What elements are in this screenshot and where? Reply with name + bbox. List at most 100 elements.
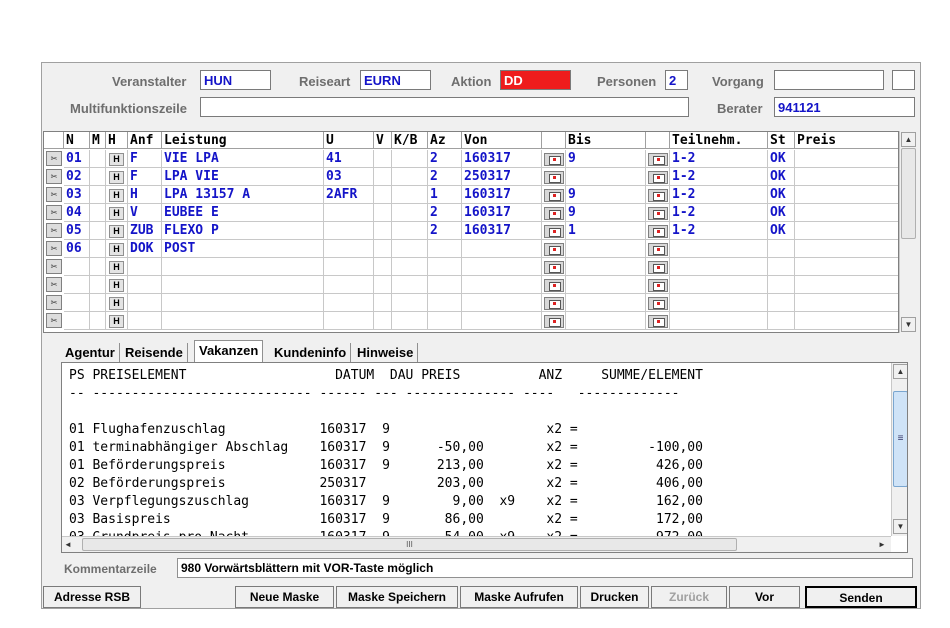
cell-az[interactable]: 2 bbox=[428, 150, 462, 168]
cell-u[interactable] bbox=[324, 240, 374, 258]
cell-anf[interactable]: DOK bbox=[128, 240, 162, 258]
calendar-icon[interactable] bbox=[648, 225, 668, 238]
cell-kb[interactable] bbox=[392, 222, 428, 240]
cell-teil[interactable]: 1-2 bbox=[670, 168, 768, 186]
row-select-icon[interactable]: ✂ bbox=[46, 313, 62, 328]
berater-field[interactable]: 941121 bbox=[774, 97, 915, 117]
row-select-icon[interactable]: ✂ bbox=[46, 277, 62, 292]
tab-agentur[interactable]: Agentur bbox=[61, 343, 120, 363]
cell-kb[interactable] bbox=[392, 276, 428, 294]
calendar-icon[interactable] bbox=[544, 261, 564, 274]
detail-horizontal-scrollbar[interactable]: ◄ III ► bbox=[62, 536, 891, 552]
detail-scroll-down-icon[interactable]: ▼ bbox=[893, 519, 907, 534]
cell-von[interactable]: 250317 bbox=[462, 168, 542, 186]
row-h-button[interactable]: H bbox=[109, 171, 124, 184]
col-header-bis[interactable]: Bis bbox=[566, 132, 646, 149]
calendar-icon[interactable] bbox=[544, 279, 564, 292]
cell-st[interactable]: OK bbox=[768, 222, 795, 240]
cell-teil[interactable]: 1-2 bbox=[670, 204, 768, 222]
cell-anf[interactable] bbox=[128, 276, 162, 294]
cell-anf[interactable]: F bbox=[128, 150, 162, 168]
row-select-icon[interactable]: ✂ bbox=[46, 151, 62, 166]
cell-bis[interactable]: 9 bbox=[566, 204, 646, 222]
cell-az[interactable] bbox=[428, 294, 462, 312]
calendar-icon[interactable] bbox=[544, 207, 564, 220]
cell-kb[interactable] bbox=[392, 294, 428, 312]
cell-kb[interactable] bbox=[392, 186, 428, 204]
cell-bis[interactable] bbox=[566, 168, 646, 186]
cell-teil[interactable] bbox=[670, 312, 768, 330]
cell-m[interactable] bbox=[90, 204, 106, 222]
row-h-button[interactable]: H bbox=[109, 153, 124, 166]
scroll-left-icon[interactable]: ◄ bbox=[64, 538, 76, 552]
cell-bis[interactable] bbox=[566, 258, 646, 276]
cell-von[interactable] bbox=[462, 276, 542, 294]
col-header-teilnehm[interactable]: Teilnehm. bbox=[670, 132, 768, 149]
cell-preis[interactable] bbox=[795, 168, 898, 186]
cell-leistung[interactable]: EUBEE E bbox=[162, 204, 324, 222]
cell-preis[interactable] bbox=[795, 294, 898, 312]
cell-m[interactable] bbox=[90, 240, 106, 258]
cell-n[interactable]: 05 bbox=[64, 222, 90, 240]
cell-preis[interactable] bbox=[795, 258, 898, 276]
cell-v[interactable] bbox=[374, 168, 392, 186]
cell-az[interactable] bbox=[428, 276, 462, 294]
cell-anf[interactable] bbox=[128, 258, 162, 276]
zurueck-button[interactable]: Zurück bbox=[651, 586, 727, 608]
cell-v[interactable] bbox=[374, 204, 392, 222]
cell-leistung[interactable]: FLEXO P bbox=[162, 222, 324, 240]
cell-n[interactable] bbox=[64, 294, 90, 312]
cell-bis[interactable] bbox=[566, 294, 646, 312]
row-h-button[interactable]: H bbox=[109, 243, 124, 256]
cell-bis[interactable]: 1 bbox=[566, 222, 646, 240]
cell-az[interactable] bbox=[428, 312, 462, 330]
cell-preis[interactable] bbox=[795, 312, 898, 330]
calendar-icon[interactable] bbox=[648, 171, 668, 184]
cell-n[interactable]: 03 bbox=[64, 186, 90, 204]
cell-anf[interactable]: H bbox=[128, 186, 162, 204]
row-h-button[interactable]: H bbox=[109, 315, 124, 328]
cell-anf[interactable] bbox=[128, 294, 162, 312]
veranstalter-field[interactable]: HUN bbox=[200, 70, 271, 90]
col-header-cal2[interactable] bbox=[646, 132, 670, 149]
cell-st[interactable]: OK bbox=[768, 186, 795, 204]
vor-button[interactable]: Vor bbox=[729, 586, 800, 608]
cell-teil[interactable] bbox=[670, 240, 768, 258]
cell-leistung[interactable] bbox=[162, 312, 324, 330]
cell-teil[interactable] bbox=[670, 294, 768, 312]
cell-kb[interactable] bbox=[392, 150, 428, 168]
detail-vertical-scrollbar[interactable]: ▲ ≡ ▼ bbox=[891, 363, 907, 536]
cell-von[interactable] bbox=[462, 294, 542, 312]
cell-leistung[interactable]: VIE LPA bbox=[162, 150, 324, 168]
row-h-button[interactable]: H bbox=[109, 297, 124, 310]
col-header-h[interactable]: H bbox=[106, 132, 128, 149]
drucken-button[interactable]: Drucken bbox=[580, 586, 649, 608]
cell-leistung[interactable]: POST bbox=[162, 240, 324, 258]
col-header-u[interactable]: U bbox=[324, 132, 374, 149]
col-header-leistung[interactable]: Leistung bbox=[162, 132, 324, 149]
vorgang-suffix-field[interactable] bbox=[892, 70, 915, 90]
detail-scroll-thumb[interactable]: ≡ bbox=[893, 391, 907, 487]
cell-az[interactable]: 2 bbox=[428, 168, 462, 186]
cell-v[interactable] bbox=[374, 312, 392, 330]
row-h-button[interactable]: H bbox=[109, 279, 124, 292]
cell-az[interactable]: 1 bbox=[428, 186, 462, 204]
col-header-az[interactable]: Az bbox=[428, 132, 462, 149]
cell-m[interactable] bbox=[90, 222, 106, 240]
cell-u[interactable] bbox=[324, 312, 374, 330]
cell-preis[interactable] bbox=[795, 276, 898, 294]
row-select-icon[interactable]: ✂ bbox=[46, 259, 62, 274]
cell-von[interactable]: 160317 bbox=[462, 186, 542, 204]
cell-n[interactable] bbox=[64, 312, 90, 330]
cell-az[interactable] bbox=[428, 240, 462, 258]
tab-hinweise[interactable]: Hinweise bbox=[353, 343, 419, 363]
cell-von[interactable] bbox=[462, 258, 542, 276]
cell-m[interactable] bbox=[90, 258, 106, 276]
cell-anf[interactable]: V bbox=[128, 204, 162, 222]
row-h-button[interactable]: H bbox=[109, 261, 124, 274]
cell-von[interactable] bbox=[462, 240, 542, 258]
cell-teil[interactable] bbox=[670, 258, 768, 276]
calendar-icon[interactable] bbox=[648, 207, 668, 220]
row-select-icon[interactable]: ✂ bbox=[46, 169, 62, 184]
calendar-icon[interactable] bbox=[544, 225, 564, 238]
